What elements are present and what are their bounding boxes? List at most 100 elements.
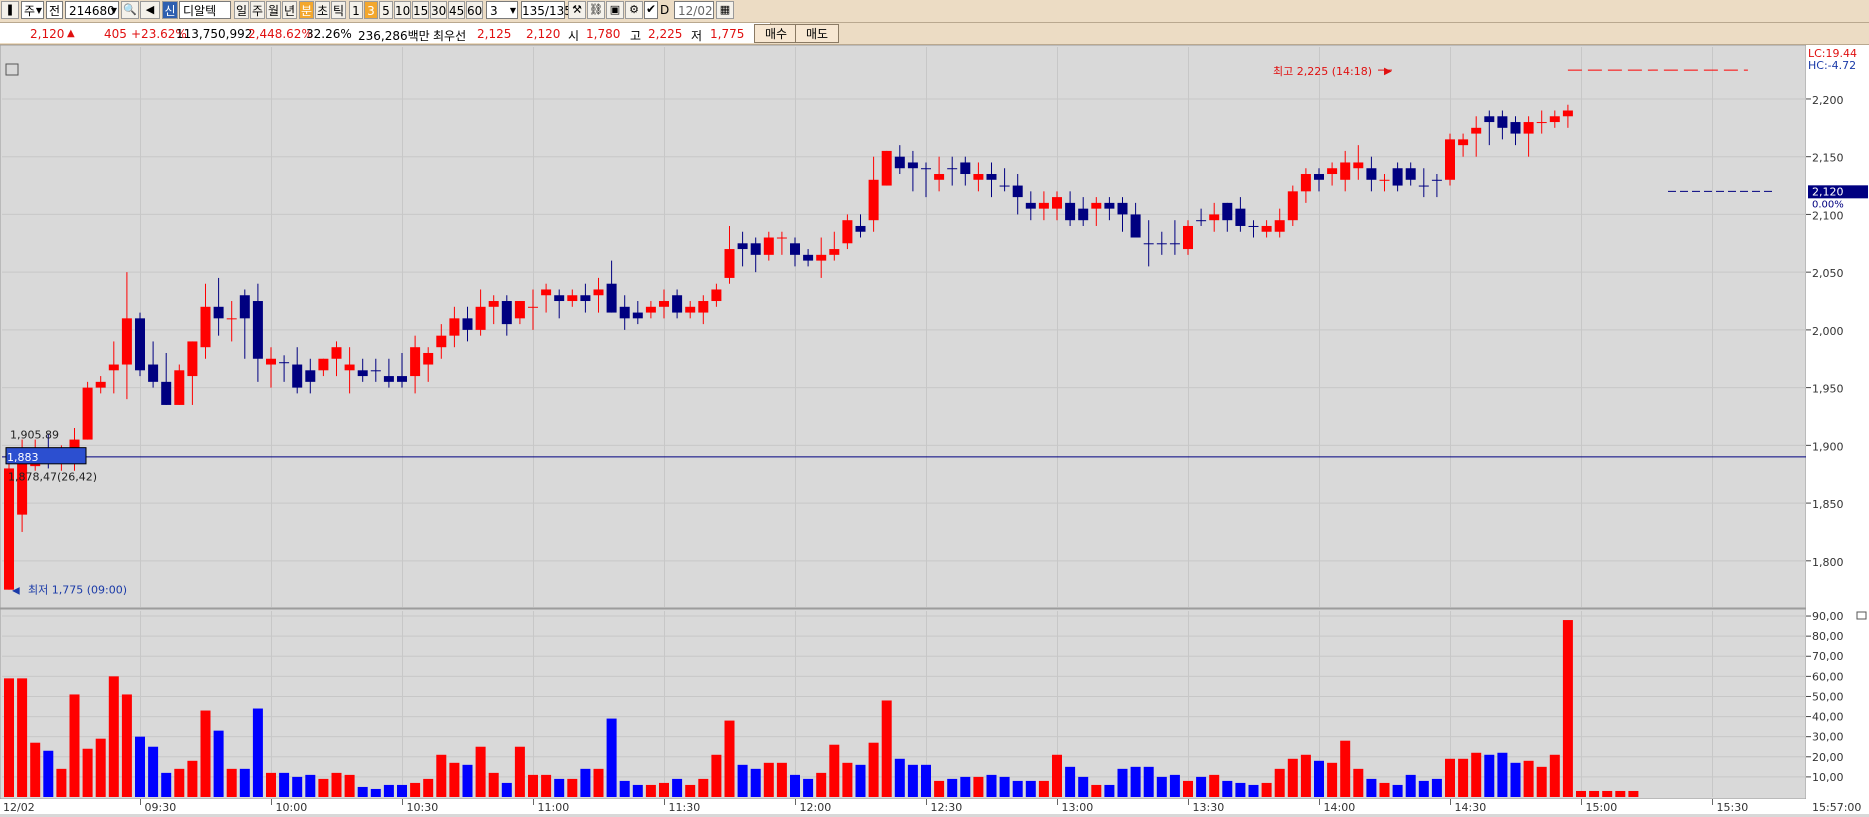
volume-bar	[1091, 784, 1102, 797]
volume-bar	[1405, 774, 1416, 797]
volume-bar	[410, 782, 421, 797]
volume-bar	[921, 764, 931, 797]
candle-body	[1379, 179, 1390, 181]
link-icon[interactable]: ⛓	[587, 1, 605, 19]
volume-bar	[606, 718, 617, 797]
interval-button-15[interactable]: 15	[412, 1, 429, 19]
interval-button-1[interactable]: 1	[349, 1, 363, 19]
candle-body	[567, 295, 578, 302]
candle-body	[685, 306, 696, 313]
volume-bar	[108, 676, 119, 797]
volume-bar	[213, 730, 224, 797]
candle-body	[1445, 139, 1455, 180]
candle-body	[148, 364, 159, 382]
app-icon[interactable]: ❚	[1, 1, 19, 19]
candle-body	[4, 468, 14, 590]
volume-bar	[95, 738, 106, 797]
volume-bar	[1576, 790, 1586, 797]
high-marker-label: 최고 2,225 (14:18)	[1273, 65, 1372, 78]
d-checkbox[interactable]: ✔	[644, 1, 658, 19]
tools-icon[interactable]: ⚒	[568, 1, 586, 19]
speaker-icon[interactable]: ◀	[140, 1, 160, 19]
candle-body	[475, 306, 486, 330]
arrow-right-icon: ▶	[1384, 66, 1392, 77]
stock-name-field[interactable]: 디알텍	[179, 1, 231, 19]
search-icon[interactable]: 🔍	[121, 1, 139, 19]
volume-bar	[855, 764, 866, 797]
low-label: 저	[691, 29, 703, 43]
candle-body	[279, 362, 290, 364]
stock-code-input[interactable]: 214680 ▼	[65, 1, 119, 19]
volume-bar	[56, 768, 67, 797]
volume-bar	[4, 678, 14, 797]
interval-button-tick[interactable]: 틱	[331, 1, 346, 19]
volume-bar	[907, 764, 918, 797]
high-label: 고	[630, 29, 642, 43]
candle-body	[266, 358, 276, 365]
candle-body	[305, 370, 316, 382]
candle-body	[514, 301, 525, 319]
candle-body	[645, 306, 656, 313]
volume-bar	[1549, 754, 1560, 797]
interval-button-week[interactable]: 주	[250, 1, 265, 19]
interval-button-45[interactable]: 45	[448, 1, 465, 19]
price-change: 405	[104, 27, 127, 41]
interval-button-60[interactable]: 60	[466, 1, 483, 19]
candle-body	[1183, 225, 1193, 250]
volume-bar	[1052, 754, 1062, 797]
candle-body	[1248, 225, 1259, 227]
volume-bar	[1484, 754, 1495, 797]
volume-tick-label: 30,00	[1812, 731, 1844, 744]
period-type-select[interactable]: 전	[46, 1, 63, 19]
candle-body	[1340, 162, 1351, 180]
candle-body	[829, 249, 840, 255]
candle-body	[763, 237, 774, 255]
buy-button[interactable]: 매수	[754, 24, 799, 43]
volume-bar	[541, 774, 552, 797]
volume-bar	[1287, 758, 1298, 797]
volume-bar	[1523, 760, 1534, 797]
candle-body	[921, 168, 931, 170]
interval-button-10[interactable]: 10	[394, 1, 411, 19]
volume-tick-label: 50,00	[1812, 690, 1844, 703]
market-type-select[interactable]: 주 ▼	[21, 1, 44, 19]
interval-button-second[interactable]: 초	[315, 1, 330, 19]
volume-bar	[370, 788, 381, 797]
volume-bar	[842, 762, 853, 797]
count-field[interactable]: 135/135	[521, 1, 572, 19]
volume-bar	[1104, 784, 1115, 797]
toolbar: ❚ 주 ▼ 전 214680 ▼ 🔍 ◀ 신 디알텍 일 주 월 년 분 초 틱 1…	[0, 0, 1869, 23]
volume-bar	[1458, 758, 1469, 797]
interval-button-minute[interactable]: 분	[299, 1, 314, 19]
settings-icon[interactable]: ⚙	[625, 1, 643, 19]
date-field[interactable]: 12/02	[674, 1, 714, 19]
volume-tick-label: 20,00	[1812, 751, 1844, 764]
open-label: 시	[568, 29, 580, 43]
candle-body	[999, 185, 1010, 187]
interval-button-5[interactable]: 5	[379, 1, 393, 19]
volume-bar	[1012, 780, 1023, 797]
volume-bar	[1300, 754, 1311, 797]
candle-body	[1300, 174, 1311, 192]
interval-button-3[interactable]: 3	[364, 1, 378, 19]
candle-body	[370, 370, 381, 372]
calendar-icon[interactable]: ▦	[716, 1, 734, 19]
volume-bar	[1196, 776, 1207, 797]
volume-bar	[462, 764, 473, 797]
candle-body	[357, 370, 368, 377]
volume-bar	[331, 772, 342, 797]
candle-body	[1091, 202, 1102, 209]
volume-bar	[567, 778, 578, 797]
sell-button[interactable]: 매도	[795, 24, 840, 43]
interval-button-30[interactable]: 30	[430, 1, 447, 19]
interval-button-year[interactable]: 년	[282, 1, 297, 19]
current-price-tag-label: 2,120	[1812, 185, 1844, 198]
interval-button-month[interactable]: 월	[266, 1, 281, 19]
chevron-down-icon: ▼	[509, 6, 516, 15]
volume-bar	[999, 776, 1010, 797]
custom-interval-select[interactable]: 3 ▼	[486, 1, 518, 19]
volume-bar	[724, 720, 735, 797]
interval-button-day[interactable]: 일	[234, 1, 249, 19]
volume-bar	[135, 736, 145, 797]
save-icon[interactable]: ▣	[606, 1, 624, 19]
